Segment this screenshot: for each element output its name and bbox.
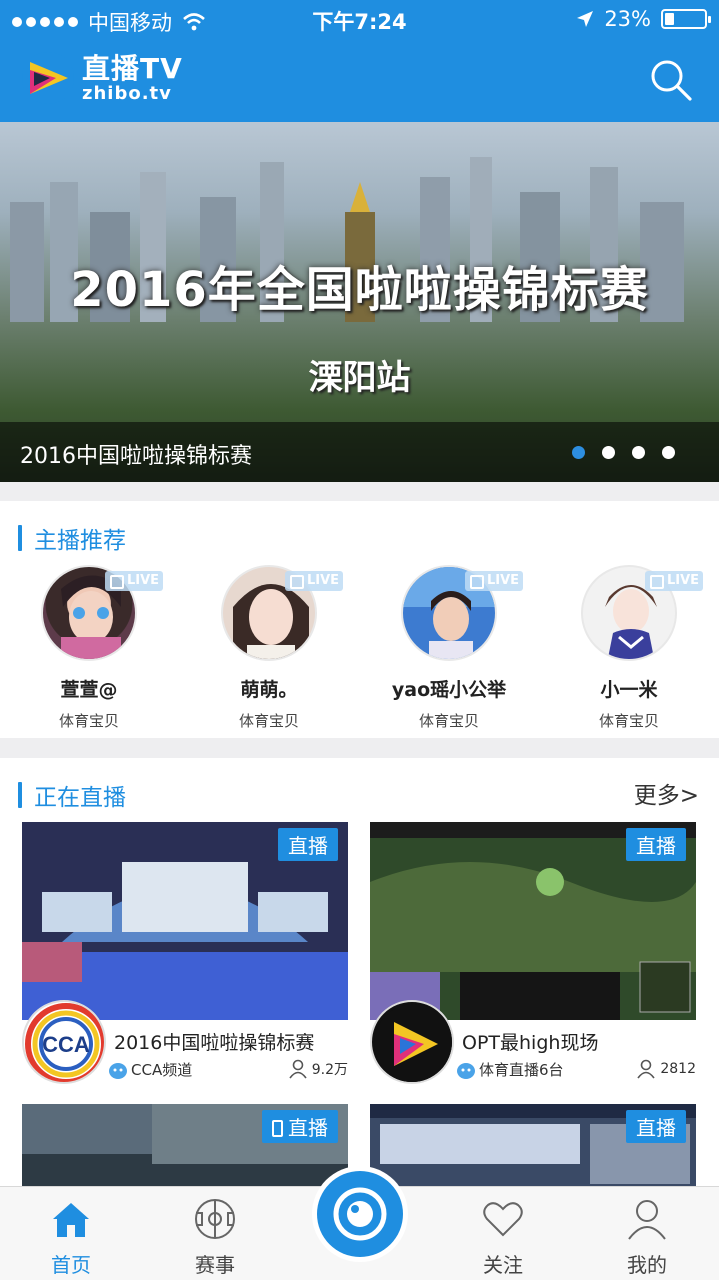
anchor-card[interactable]: LIVE 萌萌。 体育宝贝 bbox=[184, 565, 354, 731]
anchor-tag: 体育宝贝 bbox=[598, 712, 659, 730]
section-title: 正在直播 bbox=[18, 778, 126, 812]
status-bar: 中国移动 下午7:24 23% bbox=[0, 0, 719, 40]
channel-avatar-icon bbox=[457, 1062, 475, 1079]
field-icon bbox=[195, 1199, 235, 1239]
home-icon bbox=[53, 1203, 89, 1237]
anchor-list: LIVE 萱萱@ 体育宝贝 LIVE 萌萌。 体育宝贝 LIVE yao瑶小公举… bbox=[0, 565, 719, 735]
logo-text: 直播TV zhibo.tv bbox=[82, 53, 183, 103]
tab-label: 我的 bbox=[627, 1253, 667, 1277]
pager-dot[interactable] bbox=[662, 446, 675, 459]
channel-info: 体育直播6台 bbox=[456, 1059, 564, 1080]
viewer-count: 2812 bbox=[636, 1059, 696, 1079]
banner-caption: 2016中国啦啦操锦标赛 bbox=[20, 444, 252, 469]
banner-headline: 2016年全国啦啦操锦标赛 bbox=[70, 262, 649, 318]
anchor-recommend-section: 主播推荐 LIVE 萱萱@ 体育宝贝 LIVE 萌萌。 体育宝贝 LIVE ya… bbox=[0, 501, 719, 738]
tab-home[interactable]: 首页 bbox=[16, 1187, 126, 1280]
section-title-bar bbox=[18, 782, 22, 808]
tab-label: 赛事 bbox=[195, 1253, 235, 1277]
anchor-name: 小一米 bbox=[600, 679, 658, 701]
stream-thumbnail: 直播 bbox=[370, 822, 696, 1020]
live-tag: LIVE bbox=[645, 571, 704, 591]
live-card[interactable]: 直播 CCA 2 2016中国啦啦操锦标赛 CCA频道 9.2万 bbox=[20, 822, 348, 1084]
channel-logo: CCA bbox=[22, 1000, 106, 1084]
section-title-bar bbox=[18, 525, 22, 551]
live-card[interactable]: 直播 bbox=[22, 1104, 348, 1188]
stream-thumbnail: 直播 bbox=[22, 1104, 348, 1188]
anchor-name: 萌萌。 bbox=[240, 679, 298, 701]
status-right: 23% bbox=[576, 7, 711, 31]
play-logo-icon bbox=[22, 52, 74, 104]
pager-dot[interactable] bbox=[602, 446, 615, 459]
phone-icon bbox=[272, 1120, 283, 1137]
viewer-count-value: 9.2万 bbox=[311, 1062, 348, 1078]
heart-icon bbox=[483, 1202, 523, 1237]
section-title-text: 主播推荐 bbox=[34, 528, 126, 554]
live-badge: 直播 bbox=[278, 828, 338, 861]
channel-logo bbox=[370, 1000, 454, 1084]
user-icon bbox=[628, 1200, 666, 1240]
tab-events[interactable]: 赛事 bbox=[160, 1187, 270, 1280]
stream-thumbnail: 直播 bbox=[370, 1104, 696, 1188]
like-count: 1 bbox=[368, 1066, 375, 1079]
anchor-tag: 体育宝贝 bbox=[418, 712, 479, 730]
viewer-count: 9.2万 bbox=[288, 1059, 348, 1079]
stream-title: 2016中国啦啦操锦标赛 bbox=[114, 1032, 315, 1054]
channel-info: CCA频道 bbox=[108, 1059, 192, 1080]
anchor-name: yao瑶小公举 bbox=[391, 679, 507, 701]
anchor-tag: 体育宝贝 bbox=[238, 712, 299, 730]
live-tag: LIVE bbox=[465, 571, 524, 591]
location-arrow-icon bbox=[577, 11, 594, 27]
channel-name: CCA频道 bbox=[131, 1061, 193, 1079]
anchor-card[interactable]: LIVE yao瑶小公举 体育宝贝 bbox=[364, 565, 534, 731]
channel-name: 体育直播6台 bbox=[479, 1061, 564, 1079]
viewer-count-value: 2812 bbox=[660, 1061, 696, 1077]
live-card[interactable]: 直播 1 OPT最high现场 体育直播6台 2812 bbox=[368, 822, 696, 1084]
live-now-section: 正在直播 更多> 直播 CCA 2 2016中国啦啦操锦标赛 CCA频道 9.2… bbox=[0, 758, 719, 1188]
play-logo-icon bbox=[374, 1004, 452, 1082]
live-badge-label: 直播 bbox=[288, 1116, 328, 1140]
live-badge: 直播 bbox=[262, 1110, 338, 1143]
live-badge: 直播 bbox=[626, 828, 686, 861]
anchor-card[interactable]: LIVE 萱萱@ 体育宝贝 bbox=[4, 565, 174, 731]
more-link[interactable]: 更多> bbox=[634, 776, 699, 810]
start-live-button-face bbox=[317, 1171, 403, 1257]
tab-label: 首页 bbox=[51, 1253, 91, 1277]
tab-label: 关注 bbox=[483, 1253, 523, 1277]
app-header: 中国移动 下午7:24 23% 直播TV zhibo.tv bbox=[0, 0, 719, 122]
banner-subline: 溧阳站 bbox=[308, 358, 411, 398]
anchor-card[interactable]: LIVE 小一米 体育宝贝 bbox=[544, 565, 714, 731]
pager-dot[interactable] bbox=[572, 446, 585, 459]
live-tag: LIVE bbox=[105, 571, 164, 591]
section-title: 主播推荐 bbox=[18, 521, 126, 555]
channel-avatar-icon bbox=[109, 1062, 127, 1079]
anchor-tag: 体育宝贝 bbox=[58, 712, 119, 730]
anchor-name: 萱萱@ bbox=[60, 679, 118, 701]
logo-text: CCA bbox=[42, 1032, 90, 1057]
battery-icon bbox=[661, 9, 711, 29]
viewers-icon bbox=[289, 1059, 307, 1079]
tab-follow[interactable]: 关注 bbox=[448, 1187, 558, 1280]
stream-thumbnail: 直播 bbox=[22, 822, 348, 1020]
like-count: 2 bbox=[20, 1066, 27, 1079]
hero-banner[interactable]: 2016年全国啦啦操锦标赛 溧阳站 2016中国啦啦操锦标赛 bbox=[0, 122, 719, 482]
pager-dot[interactable] bbox=[632, 446, 645, 459]
battery-percent: 23% bbox=[604, 7, 651, 31]
live-card[interactable]: 直播 bbox=[370, 1104, 696, 1188]
start-live-button[interactable] bbox=[312, 1166, 408, 1262]
banner-caption-bar: 2016中国啦啦操锦标赛 bbox=[0, 422, 719, 482]
logo-domain: zhibo.tv bbox=[82, 83, 172, 104]
banner-pager[interactable] bbox=[572, 446, 675, 459]
live-tag: LIVE bbox=[285, 571, 344, 591]
stream-title: OPT最high现场 bbox=[462, 1032, 599, 1054]
viewers-icon bbox=[637, 1059, 656, 1079]
battery-fill bbox=[665, 13, 674, 25]
logo-title: 直播TV bbox=[82, 52, 183, 85]
tab-profile[interactable]: 我的 bbox=[592, 1187, 702, 1280]
section-title-text: 正在直播 bbox=[34, 785, 126, 811]
cca-logo-icon: CCA bbox=[25, 1003, 104, 1082]
search-icon[interactable] bbox=[649, 58, 693, 102]
app-logo[interactable]: 直播TV zhibo.tv bbox=[20, 50, 183, 106]
camera-lens-icon bbox=[333, 1187, 387, 1241]
live-badge: 直播 bbox=[626, 1110, 686, 1143]
